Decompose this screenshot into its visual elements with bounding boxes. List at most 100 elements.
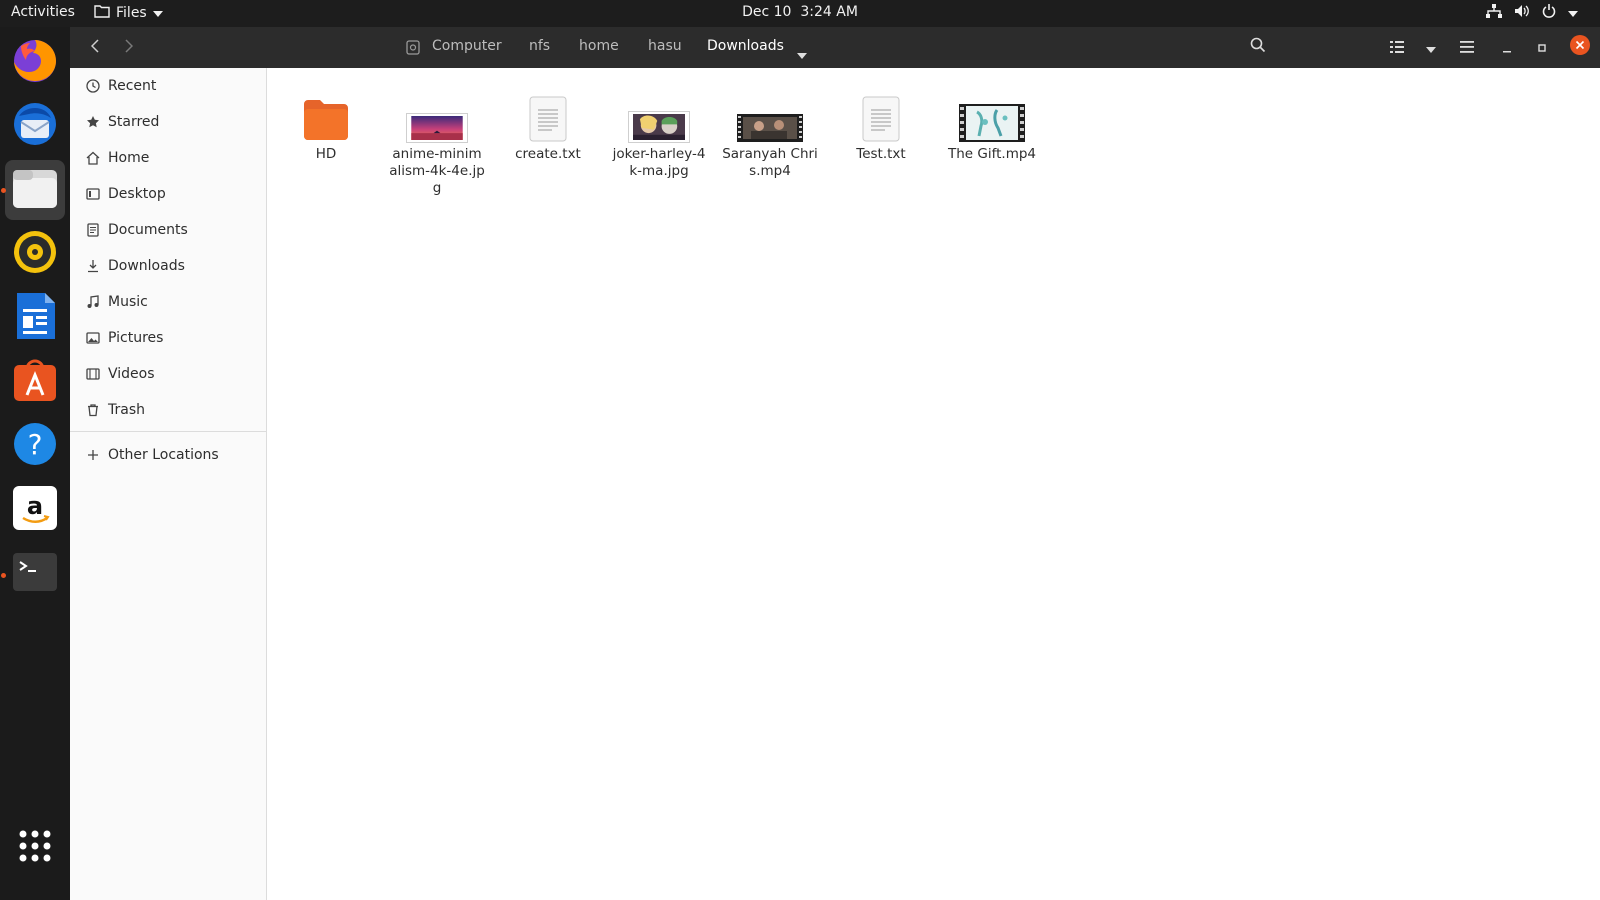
image-thumbnail-icon	[406, 88, 468, 143]
app-menu[interactable]: Files	[94, 4, 163, 22]
file-item[interactable]: anime-minimalism-4k-4e.jpg	[387, 88, 487, 197]
chevron-left-icon	[90, 38, 99, 57]
sidebar-item-starred[interactable]: Starred	[70, 104, 266, 140]
file-item[interactable]: Test.txt	[831, 88, 931, 163]
main-menu-button[interactable]	[1452, 33, 1482, 61]
video-icon	[84, 365, 102, 383]
breadcrumb-computer[interactable]: Computer	[432, 38, 502, 54]
chevron-right-icon	[125, 38, 134, 57]
network-icon	[1486, 4, 1502, 22]
volume-icon	[1514, 4, 1530, 22]
sidebar-item-videos[interactable]: Videos	[70, 356, 266, 392]
list-view-icon	[1390, 38, 1404, 57]
sidebar: Recent Starred Home Desktop Documents Do…	[70, 68, 267, 900]
video-thumbnail-icon	[959, 88, 1025, 142]
dock-terminal[interactable]	[5, 544, 65, 604]
sidebar-item-label: Videos	[108, 366, 155, 382]
file-item[interactable]: create.txt	[498, 88, 598, 163]
file-item[interactable]: joker-harley-4k-ma.jpg	[609, 88, 709, 180]
back-button[interactable]	[80, 33, 110, 61]
home-icon	[84, 149, 102, 167]
sidebar-item-documents[interactable]: Documents	[70, 212, 266, 248]
clock-date: Dec 10	[742, 4, 792, 20]
maximize-button[interactable]	[1527, 33, 1557, 61]
picture-icon	[84, 329, 102, 347]
search-button[interactable]	[1243, 33, 1273, 61]
breadcrumb-downloads[interactable]: Downloads	[707, 38, 784, 54]
breadcrumb-nfs[interactable]: nfs	[529, 38, 550, 54]
sidebar-item-other-locations[interactable]: Other Locations	[70, 437, 266, 473]
running-indicator	[1, 573, 6, 578]
download-icon	[84, 257, 102, 275]
hamburger-menu-icon	[1460, 38, 1474, 57]
chevron-down-icon	[1426, 38, 1436, 57]
sidebar-item-label: Trash	[108, 402, 145, 418]
sidebar-item-downloads[interactable]: Downloads	[70, 248, 266, 284]
sidebar-item-music[interactable]: Music	[70, 284, 266, 320]
star-icon	[84, 113, 102, 131]
chevron-down-icon	[1568, 5, 1578, 21]
dock-help[interactable]: ?	[5, 416, 65, 476]
video-thumbnail-icon	[737, 88, 803, 142]
text-file-icon	[529, 88, 567, 142]
sidebar-item-label: Recent	[108, 78, 157, 94]
breadcrumb-hasu[interactable]: hasu	[648, 38, 682, 54]
sidebar-item-label: Documents	[108, 222, 188, 238]
trash-icon	[84, 401, 102, 419]
desktop-icon	[84, 185, 102, 203]
dock-firefox[interactable]	[5, 32, 65, 92]
system-tray[interactable]	[1486, 4, 1578, 22]
dock-files[interactable]	[5, 160, 65, 220]
sidebar-item-label: Starred	[108, 114, 160, 130]
writer-icon	[13, 291, 57, 345]
file-item[interactable]: HD	[276, 88, 376, 163]
activities-button[interactable]: Activities	[11, 4, 75, 20]
clock-icon	[84, 77, 102, 95]
minimize-icon	[1502, 38, 1512, 57]
view-options-button[interactable]	[1416, 33, 1446, 61]
app-menu-label: Files	[116, 5, 147, 21]
sidebar-item-home[interactable]: Home	[70, 140, 266, 176]
svg-text:a: a	[27, 492, 43, 520]
sidebar-item-label: Downloads	[108, 258, 185, 274]
file-item[interactable]: The Gift.mp4	[942, 88, 1042, 163]
firefox-icon	[11, 36, 59, 88]
plus-icon	[84, 446, 102, 464]
dock-rhythmbox[interactable]	[5, 224, 65, 284]
file-name: The Gift.mp4	[947, 146, 1037, 162]
grid-icon	[18, 829, 52, 867]
maximize-icon	[1537, 38, 1547, 57]
dock-writer[interactable]	[5, 288, 65, 348]
clock-button[interactable]: Dec 10 3:24 AM	[742, 4, 858, 20]
sidebar-item-trash[interactable]: Trash	[70, 392, 266, 428]
help-icon: ?	[12, 421, 58, 471]
amazon-icon: a	[12, 485, 58, 535]
header-bar: Computer nfs home hasu Downloads	[70, 27, 1600, 68]
dock-app-center[interactable]	[5, 352, 65, 412]
document-icon	[84, 221, 102, 239]
sidebar-item-label: Pictures	[108, 330, 164, 346]
dock-show-apps[interactable]	[5, 818, 65, 878]
file-name: create.txt	[515, 146, 581, 162]
sidebar-item-pictures[interactable]: Pictures	[70, 320, 266, 356]
dock-amazon[interactable]: a	[5, 480, 65, 540]
sidebar-item-recent[interactable]: Recent	[70, 68, 266, 104]
close-button[interactable]	[1566, 33, 1594, 61]
sidebar-item-desktop[interactable]: Desktop	[70, 176, 266, 212]
power-icon	[1542, 4, 1556, 22]
thunderbird-icon	[11, 100, 59, 152]
folder-icon	[302, 88, 350, 142]
rhythmbox-icon	[12, 229, 58, 279]
chevron-down-icon	[152, 5, 163, 21]
forward-button[interactable]	[114, 33, 144, 61]
minimize-button[interactable]	[1492, 33, 1522, 61]
view-toggle-button[interactable]	[1382, 33, 1412, 61]
file-item[interactable]: Saranyah Chris.mp4	[720, 88, 820, 180]
sidebar-item-label: Desktop	[108, 186, 166, 202]
drive-icon	[406, 40, 420, 59]
dock-thunderbird[interactable]	[5, 96, 65, 156]
files-icon	[11, 166, 59, 214]
breadcrumb-home[interactable]: home	[579, 38, 619, 54]
search-icon	[1250, 37, 1266, 57]
chevron-down-icon[interactable]	[797, 44, 807, 63]
